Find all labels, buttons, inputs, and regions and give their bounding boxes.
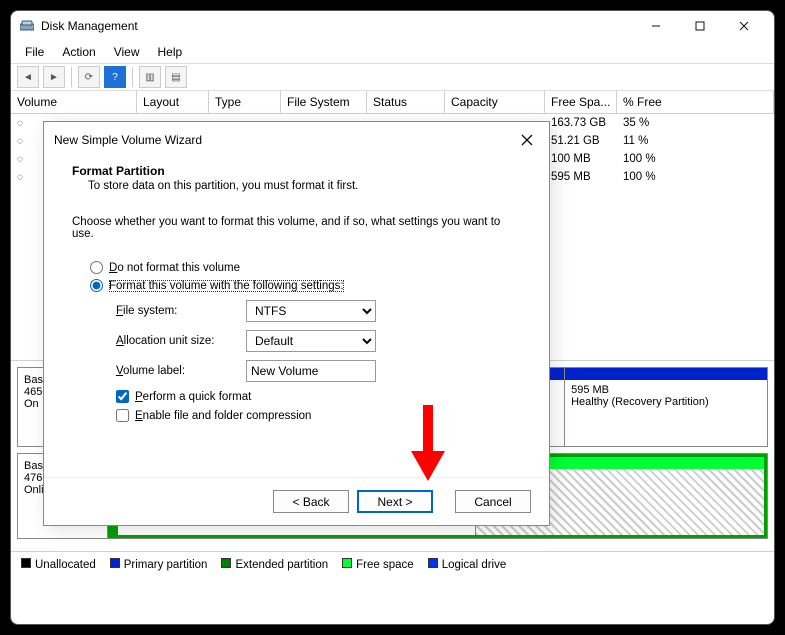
col-layout[interactable]: Layout bbox=[137, 91, 209, 113]
next-button[interactable]: Next > bbox=[357, 490, 433, 513]
logical-swatch bbox=[428, 558, 438, 568]
menu-help[interactable]: Help bbox=[150, 43, 191, 61]
dialog-footer: < Back Next > Cancel bbox=[44, 477, 549, 525]
quick-format-input[interactable] bbox=[116, 390, 129, 403]
view-a-button[interactable]: ▥ bbox=[139, 66, 161, 88]
checkbox-label: Perform a quick format bbox=[135, 391, 251, 403]
allocation-label: Allocation unit size: bbox=[116, 335, 246, 347]
dialog-heading: Format Partition bbox=[72, 164, 521, 178]
radio-format[interactable]: Format this volume with the following se… bbox=[90, 279, 521, 292]
back-button[interactable]: ◄ bbox=[17, 66, 39, 88]
checkbox-label: Enable file and folder compression bbox=[135, 410, 311, 422]
maximize-button[interactable] bbox=[678, 12, 722, 40]
toolbar-separator bbox=[71, 67, 72, 87]
view-b-button[interactable]: ▤ bbox=[165, 66, 187, 88]
filesystem-label: File system: bbox=[116, 305, 246, 317]
quick-format-checkbox[interactable]: Perform a quick format bbox=[116, 390, 521, 403]
menubar: File Action View Help bbox=[11, 41, 774, 63]
menu-file[interactable]: File bbox=[17, 43, 52, 61]
freespace-swatch bbox=[342, 558, 352, 568]
toolbar: ◄ ► ⟳ ? ▥ ▤ bbox=[11, 63, 774, 91]
toolbar-separator bbox=[132, 67, 133, 87]
col-volume[interactable]: Volume bbox=[11, 91, 137, 113]
dialog-prompt: Choose whether you want to format this v… bbox=[72, 216, 521, 240]
primary-swatch bbox=[110, 558, 120, 568]
recovery-partition[interactable]: 595 MB Healthy (Recovery Partition) bbox=[564, 368, 767, 446]
radio-label: Format this volume with the following se… bbox=[109, 280, 344, 292]
legend-label: Primary partition bbox=[124, 559, 208, 571]
dialog-header: Format Partition To store data on this p… bbox=[44, 158, 549, 202]
dialog-close-button[interactable] bbox=[515, 128, 539, 152]
forward-button[interactable]: ► bbox=[43, 66, 65, 88]
cancel-button[interactable]: Cancel bbox=[455, 490, 531, 513]
dialog-titlebar: New Simple Volume Wizard bbox=[44, 122, 549, 158]
help-button[interactable]: ? bbox=[104, 66, 126, 88]
close-button[interactable] bbox=[722, 12, 766, 40]
col-pct[interactable]: % Free bbox=[617, 91, 774, 113]
col-type[interactable]: Type bbox=[209, 91, 281, 113]
volume-label-input[interactable] bbox=[246, 360, 376, 382]
refresh-button[interactable]: ⟳ bbox=[78, 66, 100, 88]
compression-checkbox[interactable]: Enable file and folder compression bbox=[116, 409, 521, 422]
volume-label-label: Volume label: bbox=[116, 365, 246, 377]
radio-no-format[interactable]: Do not format this volume bbox=[90, 261, 521, 274]
unallocated-swatch bbox=[21, 558, 31, 568]
col-free[interactable]: Free Spa... bbox=[545, 91, 617, 113]
radio-no-format-input[interactable] bbox=[90, 261, 103, 274]
radio-label: o not format this volume bbox=[117, 262, 240, 274]
legend-label: Unallocated bbox=[35, 559, 96, 571]
legend-label: Logical drive bbox=[442, 559, 507, 571]
dialog-body: Choose whether you want to format this v… bbox=[44, 202, 549, 440]
col-capacity[interactable]: Capacity bbox=[445, 91, 545, 113]
allocation-select[interactable]: Default bbox=[246, 330, 376, 352]
extended-swatch bbox=[221, 558, 231, 568]
compression-input[interactable] bbox=[116, 409, 129, 422]
dialog-title: New Simple Volume Wizard bbox=[54, 133, 202, 147]
back-button[interactable]: < Back bbox=[273, 490, 349, 513]
main-window: Disk Management File Action View Help ◄ … bbox=[10, 10, 775, 625]
menu-view[interactable]: View bbox=[106, 43, 148, 61]
legend: Unallocated Primary partition Extended p… bbox=[11, 551, 774, 577]
window-title: Disk Management bbox=[41, 19, 138, 33]
table-header: Volume Layout Type File System Status Ca… bbox=[11, 91, 774, 114]
titlebar: Disk Management bbox=[11, 11, 774, 41]
radio-format-input[interactable] bbox=[90, 279, 103, 292]
app-icon bbox=[19, 18, 35, 34]
legend-label: Free space bbox=[356, 559, 414, 571]
menu-action[interactable]: Action bbox=[54, 43, 103, 61]
filesystem-select[interactable]: NTFS bbox=[246, 300, 376, 322]
minimize-button[interactable] bbox=[634, 12, 678, 40]
legend-label: Extended partition bbox=[235, 559, 328, 571]
col-fs[interactable]: File System bbox=[281, 91, 367, 113]
col-status[interactable]: Status bbox=[367, 91, 445, 113]
dialog-subheading: To store data on this partition, you mus… bbox=[72, 180, 521, 192]
wizard-dialog: New Simple Volume Wizard Format Partitio… bbox=[43, 121, 550, 526]
